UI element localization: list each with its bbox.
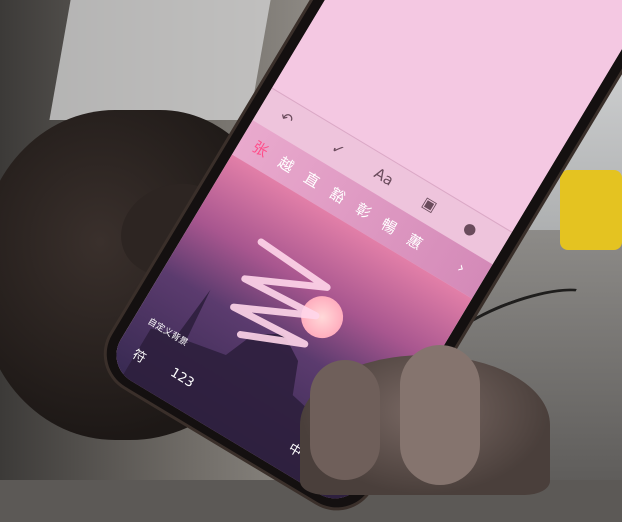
yellow-tape-measure: [560, 170, 622, 250]
candidate-word[interactable]: 豁: [326, 182, 350, 208]
candidate-word[interactable]: 蕙: [403, 229, 427, 255]
font-icon[interactable]: Aa: [371, 164, 397, 189]
background-paper: [49, 0, 271, 120]
right-finger: [310, 360, 380, 480]
candidate-word[interactable]: 直: [300, 167, 324, 193]
undo-icon[interactable]: ↶: [277, 108, 297, 130]
microphone-icon[interactable]: ●: [460, 218, 480, 240]
camera-icon[interactable]: ▣: [419, 193, 440, 216]
candidates-expand-icon[interactable]: ›: [454, 259, 468, 278]
candidate-word[interactable]: 暢: [377, 213, 401, 239]
right-finger: [400, 345, 480, 485]
candidate-word[interactable]: 越: [274, 151, 298, 177]
candidate-word[interactable]: 彰: [351, 198, 375, 224]
candidate-word[interactable]: 张: [249, 136, 273, 162]
check-icon[interactable]: ✓: [328, 138, 348, 160]
right-hand: [300, 345, 550, 495]
